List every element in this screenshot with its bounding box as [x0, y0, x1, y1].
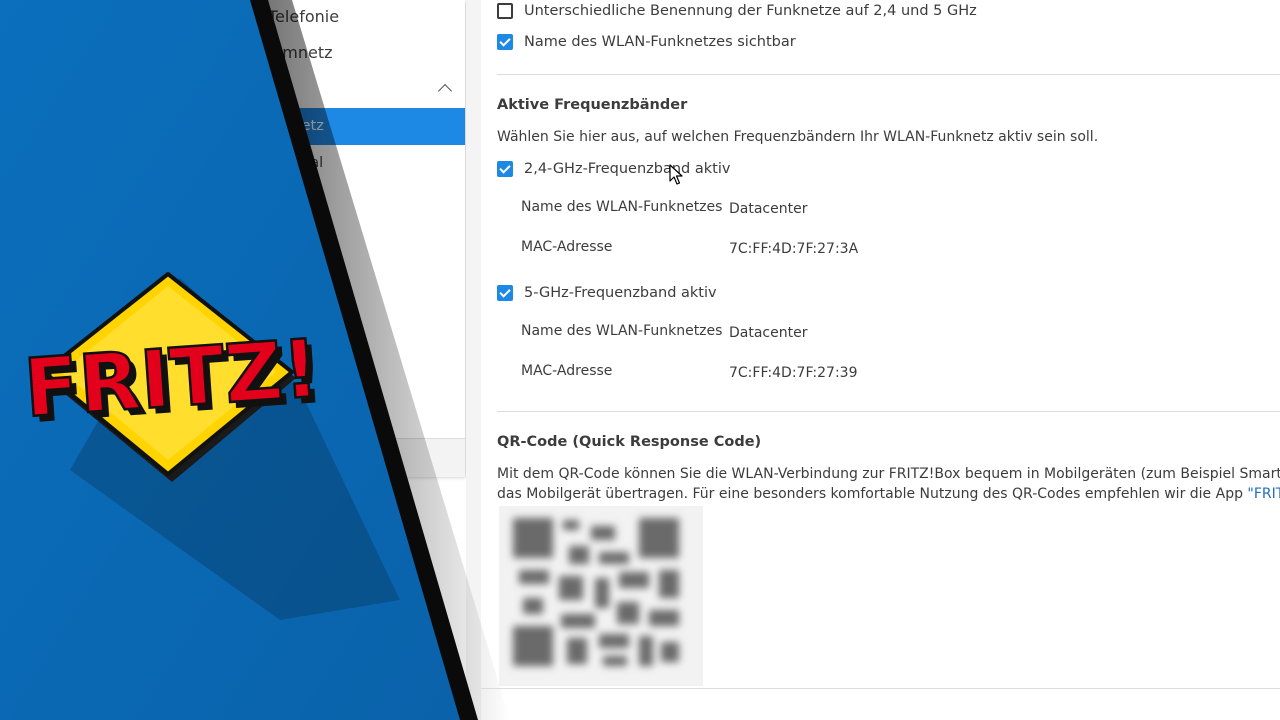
- main-content: Unterschiedliche Benennung der Funknetze…: [481, 0, 1280, 720]
- ssid-visible-checkbox[interactable]: [497, 34, 513, 50]
- bands-description: Wählen Sie hier aus, auf welchen Frequen…: [497, 129, 1099, 145]
- section-divider: [497, 411, 1280, 412]
- sidebar-footer: [0, 438, 465, 477]
- qr-code-image: [499, 506, 703, 686]
- band24-checkbox-row[interactable]: 2,4-GHz-Frequenzband aktiv: [497, 158, 730, 180]
- qr-description-text: das Mobilgerät übertragen. Für eine beso…: [497, 486, 1248, 502]
- chevron-up-icon[interactable]: [437, 80, 453, 96]
- band24-checkbox[interactable]: [497, 161, 513, 177]
- band5-ssid-label: Name des WLAN-Funknetzes: [521, 323, 723, 339]
- band5-label: 5-GHz-Frequenzband aktiv: [524, 285, 717, 301]
- bands-section-title: Aktive Frequenzbänder: [497, 97, 688, 113]
- sidebar-item-label: eimnetz: [268, 43, 333, 62]
- section-divider: [497, 74, 1280, 75]
- bottom-divider: [481, 688, 1280, 689]
- band5-ssid-value: Datacenter: [729, 325, 808, 341]
- qr-section-title: QR-Code (Quick Response Code): [497, 434, 762, 450]
- band24-label: 2,4-GHz-Frequenzband aktiv: [524, 161, 731, 177]
- sidebar-nav: Telefonie eimnetz AN knetz kanal heit lt…: [0, 0, 465, 477]
- ssid-visible-checkbox-row[interactable]: Name des WLAN-Funknetzes sichtbar: [497, 31, 796, 53]
- mouse-cursor-icon: [669, 164, 683, 185]
- sidebar-item-telefonie[interactable]: Telefonie: [0, 0, 465, 35]
- sidebar-item-funknetz[interactable]: knetz: [0, 108, 465, 145]
- sidebar-item-label: Telefonie: [268, 7, 340, 26]
- sidebar-item-label: heit: [284, 192, 312, 208]
- band24-mac-label: MAC-Adresse: [521, 239, 613, 255]
- sidebar-item-funkkanal[interactable]: kanal: [0, 145, 465, 182]
- separate-names-label: Unterschiedliche Benennung der Funknetze…: [524, 3, 977, 19]
- qr-description-line1: Mit dem QR-Code können Sie die WLAN-Verb…: [497, 466, 1280, 482]
- qr-code-graphic: [513, 518, 679, 666]
- separate-names-checkbox-row[interactable]: Unterschiedliche Benennung der Funknetze…: [497, 0, 977, 22]
- band24-mac-value: 7C:FF:4D:7F:27:3A: [729, 241, 859, 257]
- sidebar-item-label: AN: [268, 80, 291, 99]
- content-gutter: [466, 0, 481, 720]
- sidebar-item-zeitschaltung[interactable]: ltung: [0, 218, 465, 255]
- ssid-visible-label: Name des WLAN-Funknetzes sichtbar: [524, 34, 796, 50]
- sidebar-item-label: ltung: [284, 228, 322, 244]
- separate-names-checkbox[interactable]: [497, 3, 513, 19]
- sidebar-item-label: kanal: [284, 155, 324, 171]
- fritz-app-link[interactable]: "FRITZ!App: [1247, 486, 1280, 502]
- band5-checkbox[interactable]: [497, 285, 513, 301]
- sidebar-item-wlan[interactable]: AN: [0, 71, 465, 108]
- sidebar-item-gastzugang[interactable]: nter: [0, 292, 465, 329]
- sidebar-item-sicherheit[interactable]: heit: [0, 182, 465, 219]
- band24-ssid-label: Name des WLAN-Funknetzes: [521, 199, 723, 215]
- sidebar-item-heimnetz[interactable]: eimnetz: [0, 34, 465, 71]
- sidebar-item-label: ng: [284, 265, 303, 281]
- band24-ssid-value: Datacenter: [729, 201, 808, 217]
- qr-description-line2: das Mobilgerät übertragen. Für eine beso…: [497, 486, 1280, 502]
- band5-checkbox-row[interactable]: 5-GHz-Frequenzband aktiv: [497, 282, 717, 304]
- band5-mac-value: 7C:FF:4D:7F:27:39: [729, 365, 858, 381]
- sidebar-item-label: knetz: [284, 118, 324, 134]
- sidebar-item-repeater[interactable]: ng: [0, 255, 465, 292]
- band5-mac-label: MAC-Adresse: [521, 363, 613, 379]
- sidebar-item-label: nter: [284, 302, 314, 318]
